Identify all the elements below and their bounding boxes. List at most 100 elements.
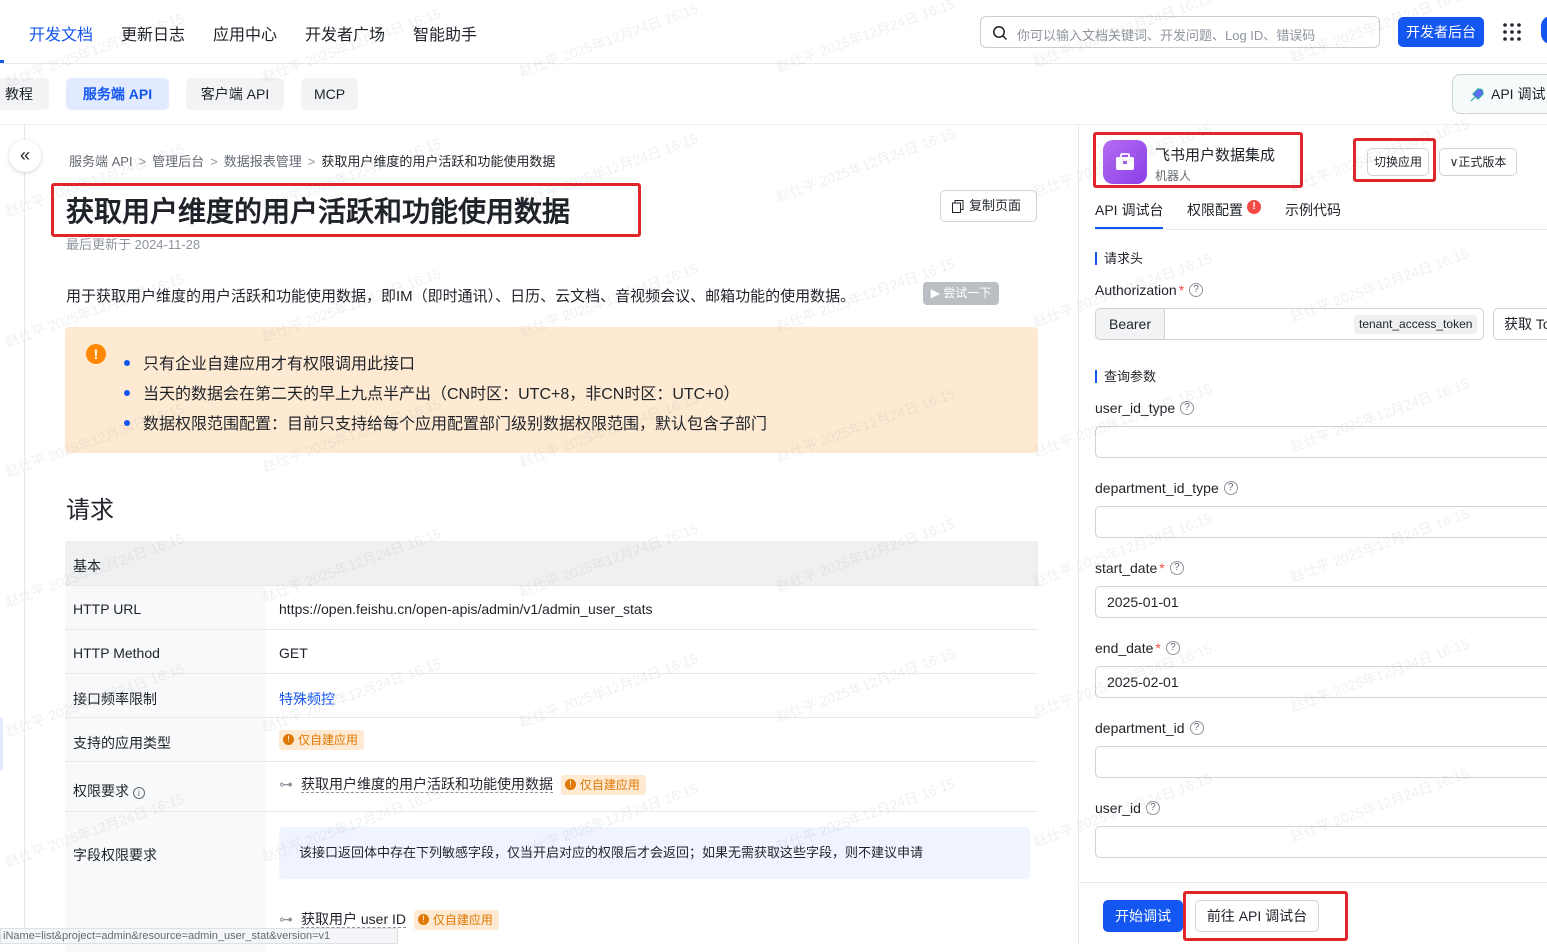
permission-name[interactable]: 获取用户维度的用户活跃和功能使用数据 bbox=[301, 776, 553, 793]
app-type: 机器人 bbox=[1155, 169, 1192, 183]
page-title: 获取用户维度的用户活跃和功能使用数据 bbox=[66, 196, 571, 227]
field-label: start_date *? bbox=[1095, 560, 1184, 576]
tab-api-debug[interactable]: API 调试台 bbox=[1095, 200, 1163, 220]
warning-item: 当天的数据会在第二天的早上九点半产出（CN时区：UTC+8，非CN时区：UTC+… bbox=[124, 380, 739, 404]
field-label: Authorization *? bbox=[1095, 282, 1204, 298]
table-row: HTTP Method GET bbox=[65, 629, 1038, 674]
status-badge: ! 仅自建应用 bbox=[413, 910, 499, 930]
collapse-sidebar-button[interactable]: « bbox=[9, 140, 41, 172]
subtab-server-api[interactable]: 服务端 API bbox=[66, 78, 169, 110]
warning-item: 数据权限范围配置：目前只支持给每个应用配置部门级别数据权限范围，默认包含子部门 bbox=[124, 410, 767, 434]
sensitive-fields-note: 该接口返回体中存在下列敏感字段，仅当开启对应的权限后才会返回；如果无需获取这些字… bbox=[279, 827, 1030, 879]
copy-icon bbox=[952, 200, 964, 213]
http-method: GET bbox=[279, 645, 308, 661]
app-logo bbox=[1103, 140, 1147, 184]
help-icon[interactable]: ? bbox=[1145, 801, 1160, 816]
table-row: 权限要求 i ⊶ 获取用户维度的用户活跃和功能使用数据 ! 仅自建应用 bbox=[65, 761, 1038, 812]
warning-item: 只有企业自建应用才有权限调用此接口 bbox=[124, 350, 415, 374]
search-input[interactable]: 你可以输入文档关键词、开发问题、Log ID、错误码 bbox=[980, 16, 1380, 48]
switch-app-button[interactable]: 切换应用 bbox=[1367, 148, 1429, 176]
nav-item-assistant[interactable]: 智能助手 bbox=[413, 21, 477, 45]
api-debug-label: API 调试台 bbox=[1491, 86, 1547, 102]
copy-page-label: 复制页面 bbox=[969, 198, 1022, 213]
auth-scheme: Bearer bbox=[1095, 308, 1165, 340]
key-icon: ⊶ bbox=[279, 776, 293, 792]
user-id-type-input[interactable] bbox=[1095, 426, 1547, 458]
breadcrumb: 服务端 API > 管理后台 > 数据报表管理 > 获取用户维度的用户活跃和功能使用数据 bbox=[69, 154, 556, 169]
version-select[interactable]: ∨正式版本 bbox=[1439, 148, 1517, 176]
search-placeholder: 你可以输入文档关键词、开发问题、Log ID、错误码 bbox=[1017, 28, 1316, 43]
field-label: department_id_type? bbox=[1095, 480, 1238, 496]
table-header: 基本 bbox=[65, 541, 1038, 585]
table-row: 支持的应用类型 ! 仅自建应用 bbox=[65, 717, 1038, 762]
api-description: 用于获取用户维度的用户活跃和功能使用数据，即IM（即时通讯）、日历、云文档、音视… bbox=[66, 288, 856, 305]
goto-api-debugger-button[interactable]: 前往 API 调试台 bbox=[1195, 900, 1319, 932]
rate-limit-link[interactable]: 特殊频控 bbox=[279, 689, 335, 709]
debug-panel-border bbox=[1078, 125, 1079, 944]
search-icon bbox=[993, 26, 1008, 41]
department-id-input[interactable] bbox=[1095, 746, 1547, 778]
key-icon: ⊶ bbox=[279, 911, 293, 927]
watermark-text: 赵仕平 2025年12月24日 16:15 bbox=[773, 125, 958, 205]
divider bbox=[1095, 229, 1547, 230]
section-query-params: 查询参数 bbox=[1095, 370, 1156, 383]
nav-item-changelog[interactable]: 更新日志 bbox=[121, 21, 185, 45]
warning-icon: ! bbox=[86, 344, 106, 364]
error-badge-icon: ! bbox=[1247, 200, 1261, 214]
token-type-tag: tenant_access_token bbox=[1354, 315, 1478, 334]
rocket-icon bbox=[1470, 88, 1484, 102]
field-label: end_date *? bbox=[1095, 640, 1180, 656]
copy-page-button[interactable]: 复制页面 bbox=[940, 190, 1037, 222]
divider bbox=[1079, 882, 1547, 883]
department-id-type-input[interactable] bbox=[1095, 506, 1547, 538]
section-title-request: 请求 bbox=[66, 497, 114, 524]
help-icon[interactable]: ? bbox=[1180, 401, 1195, 416]
subtab-tutorial[interactable]: 教程 bbox=[0, 78, 49, 110]
breadcrumb-item[interactable]: 数据报表管理 bbox=[224, 154, 302, 169]
status-url: iName=list&project=admin&resource=admin_… bbox=[0, 928, 398, 944]
last-updated: 最后更新于 2024-11-28 bbox=[66, 237, 201, 252]
help-icon[interactable]: ? bbox=[1189, 283, 1204, 298]
app-name: 飞书用户数据集成 bbox=[1155, 147, 1276, 164]
breadcrumb-current: 获取用户维度的用户活跃和功能使用数据 bbox=[321, 154, 556, 169]
nav-item-app-center[interactable]: 应用中心 bbox=[213, 21, 277, 45]
table-row: 接口频率限制 特殊频控 bbox=[65, 673, 1038, 718]
help-icon[interactable]: ? bbox=[1223, 481, 1238, 496]
tab-sample-code[interactable]: 示例代码 bbox=[1285, 200, 1341, 220]
status-badge: ! 仅自建应用 bbox=[279, 730, 365, 750]
table-row: HTTP URL https://open.feishu.cn/open-api… bbox=[65, 585, 1038, 630]
field-label: user_id? bbox=[1095, 800, 1160, 816]
breadcrumb-item[interactable]: 管理后台 bbox=[152, 154, 204, 169]
apps-grid-icon[interactable] bbox=[1503, 23, 1521, 41]
subtab-mcp[interactable]: MCP bbox=[301, 78, 358, 110]
field-permission-name[interactable]: 获取用户 user ID bbox=[301, 911, 407, 928]
nav-active-indicator bbox=[0, 60, 4, 63]
tab-permissions[interactable]: 权限配置 bbox=[1187, 200, 1243, 220]
http-url: https://open.feishu.cn/open-apis/admin/v… bbox=[279, 601, 653, 617]
user-id-input[interactable] bbox=[1095, 826, 1547, 858]
status-badge: ! 仅自建应用 bbox=[560, 775, 646, 795]
info-icon: ! bbox=[283, 734, 294, 746]
start-date-input[interactable]: 2025-01-01 bbox=[1095, 586, 1547, 618]
field-label: department_id? bbox=[1095, 720, 1204, 736]
developer-console-button[interactable]: 开发者后台 bbox=[1398, 17, 1484, 47]
help-icon[interactable]: ? bbox=[1165, 641, 1180, 656]
nav-item-developer-plaza[interactable]: 开发者广场 bbox=[305, 21, 385, 45]
double-chevron-left-icon: « bbox=[19, 145, 30, 165]
avatar[interactable] bbox=[1541, 16, 1547, 44]
briefcase-icon bbox=[1116, 153, 1134, 170]
sidebar-border bbox=[24, 125, 25, 944]
help-icon[interactable]: ? bbox=[1169, 561, 1184, 576]
api-debug-button[interactable]: API 调试台 bbox=[1452, 74, 1547, 114]
section-request-headers: 请求头 bbox=[1095, 252, 1143, 265]
nav-item-docs[interactable]: 开发文档 bbox=[29, 21, 93, 45]
start-debug-button[interactable]: 开始调试 bbox=[1103, 900, 1183, 932]
breadcrumb-item[interactable]: 服务端 API bbox=[69, 154, 133, 169]
divider bbox=[0, 124, 1547, 125]
get-token-button[interactable]: 获取 Token bbox=[1493, 308, 1547, 340]
subtab-client-api[interactable]: 客户端 API bbox=[186, 78, 284, 110]
try-it-button[interactable]: ▶ 尝试一下 bbox=[923, 282, 999, 305]
info-circle-icon[interactable]: i bbox=[132, 787, 145, 799]
end-date-input[interactable]: 2025-02-01 bbox=[1095, 666, 1547, 698]
help-icon[interactable]: ? bbox=[1189, 721, 1204, 736]
